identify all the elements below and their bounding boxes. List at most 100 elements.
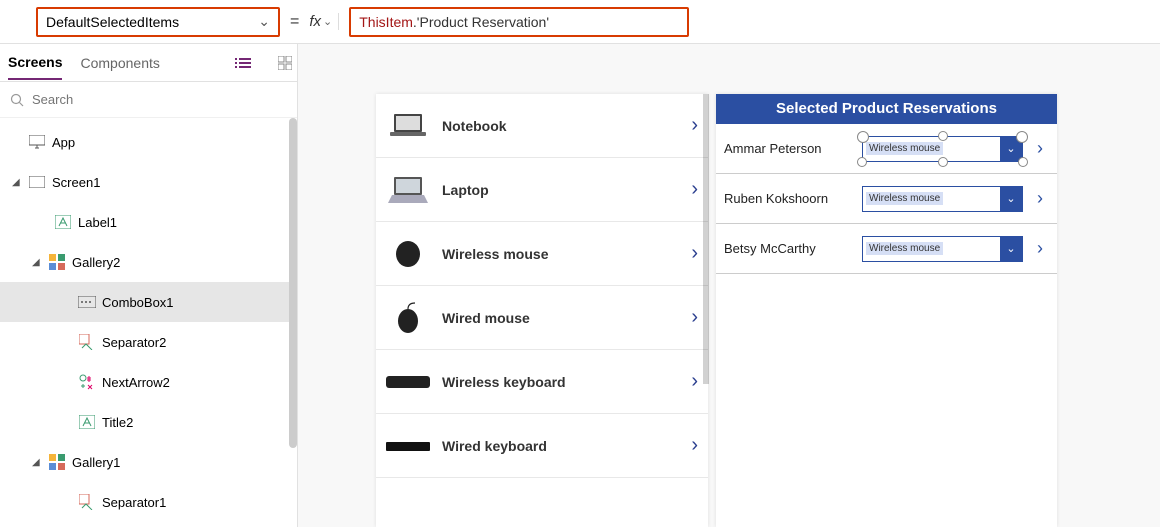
tree-item-gallery2[interactable]: ◢ Gallery2 <box>0 242 297 282</box>
tree-item-nextarrow2[interactable]: NextArrow2 <box>0 362 297 402</box>
product-thumb-wireless-keyboard <box>386 362 430 402</box>
product-label: Wired keyboard <box>442 438 679 454</box>
chevron-right-icon[interactable]: › <box>691 434 698 457</box>
caret-down-icon: ◢ <box>32 457 42 468</box>
formula-input[interactable]: ThisItem.'Product Reservation' <box>349 7 689 37</box>
tree-item-combobox1[interactable]: ComboBox1 <box>0 282 297 322</box>
chevron-right-icon[interactable]: › <box>691 178 698 201</box>
search-input[interactable] <box>32 92 287 107</box>
reservations-header: Selected Product Reservations <box>716 94 1057 124</box>
gallery-icon <box>48 253 66 271</box>
product-label: Laptop <box>442 182 679 198</box>
tree-label: ComboBox1 <box>102 295 174 310</box>
reservations-gallery[interactable]: Selected Product Reservations Ammar Pete… <box>716 94 1057 527</box>
list-item[interactable]: Betsy McCarthy Wireless mouse ⌄ › <box>716 224 1057 274</box>
tab-components[interactable]: Components <box>80 47 159 79</box>
list-view-icon[interactable] <box>231 51 255 75</box>
tree-label: Label1 <box>78 215 117 230</box>
tree-item-separator2[interactable]: Separator2 <box>0 322 297 362</box>
product-thumb-wired-keyboard <box>386 426 430 466</box>
tree-label: Screen1 <box>52 175 100 190</box>
tree-label: Title2 <box>102 415 133 430</box>
person-name: Ammar Peterson <box>724 141 854 156</box>
product-label: Wireless keyboard <box>442 374 679 390</box>
list-item[interactable]: Ruben Kokshoorn Wireless mouse ⌄ › <box>716 174 1057 224</box>
combobox-chip: Wireless mouse <box>866 192 943 205</box>
chevron-down-icon[interactable]: ⌄ <box>1000 187 1022 211</box>
tree-label: Separator1 <box>102 495 166 510</box>
search-icon <box>10 93 24 107</box>
canvas: Notebook › Laptop › Wireless mouse › <box>298 44 1160 527</box>
list-item[interactable]: Wired mouse › <box>376 286 708 350</box>
label-icon <box>54 213 72 231</box>
formula-token-property: .'Product Reservation' <box>413 14 549 30</box>
chevron-down-icon: ⌄ <box>258 13 270 30</box>
tree-scrollbar[interactable] <box>289 118 297 448</box>
product-label: Wired mouse <box>442 310 679 326</box>
fx-label[interactable]: fx ⌄ <box>309 13 339 30</box>
product-gallery[interactable]: Notebook › Laptop › Wireless mouse › <box>376 94 708 527</box>
label-icon <box>78 413 96 431</box>
product-thumb-wired-mouse <box>386 298 430 338</box>
tree-label: Gallery1 <box>72 455 120 470</box>
chevron-right-icon[interactable]: › <box>691 114 698 137</box>
chevron-down-icon[interactable]: ⌄ <box>1000 137 1022 161</box>
chevron-right-icon[interactable]: › <box>1031 238 1049 259</box>
list-item[interactable]: Laptop › <box>376 158 708 222</box>
separator-icon <box>78 333 96 351</box>
tab-screens[interactable]: Screens <box>8 46 62 80</box>
combobox-icon <box>78 293 96 311</box>
combobox[interactable]: Wireless mouse ⌄ <box>862 236 1023 262</box>
chevron-right-icon[interactable]: › <box>1031 188 1049 209</box>
chevron-right-icon[interactable]: › <box>1031 138 1049 159</box>
combobox[interactable]: Wireless mouse ⌄ <box>862 136 1023 162</box>
combobox-chip: Wireless mouse <box>866 142 943 155</box>
combobox-chip: Wireless mouse <box>866 242 943 255</box>
tree-item-separator1[interactable]: Separator1 <box>0 482 297 522</box>
chevron-down-icon[interactable]: ⌄ <box>1000 237 1022 261</box>
property-dropdown-value: DefaultSelectedItems <box>46 14 179 30</box>
fx-text: fx <box>309 13 321 30</box>
product-thumb-laptop <box>386 170 430 210</box>
screen-icon <box>28 173 46 191</box>
panel-tabs: Screens Components <box>0 44 297 82</box>
tree-view-panel: Screens Components App <box>0 44 298 527</box>
gallery-icon <box>48 453 66 471</box>
grid-view-icon[interactable] <box>273 51 297 75</box>
chevron-right-icon[interactable]: › <box>691 370 698 393</box>
tree-item-screen1[interactable]: ◢ Screen1 <box>0 162 297 202</box>
caret-down-icon: ◢ <box>32 257 42 268</box>
chevron-right-icon[interactable]: › <box>691 242 698 265</box>
combobox[interactable]: Wireless mouse ⌄ <box>862 186 1023 212</box>
product-thumb-notebook <box>386 106 430 146</box>
product-label: Wireless mouse <box>442 246 679 262</box>
tree-view: App ◢ Screen1 Label1 ◢ Galle <box>0 118 297 527</box>
chevron-down-icon: ⌄ <box>323 15 332 28</box>
tree-item-app[interactable]: App <box>0 122 297 162</box>
person-name: Ruben Kokshoorn <box>724 191 854 206</box>
app-icon <box>28 133 46 151</box>
product-label: Notebook <box>442 118 679 134</box>
tree-label: App <box>52 135 75 150</box>
tree-label: NextArrow2 <box>102 375 170 390</box>
person-name: Betsy McCarthy <box>724 241 854 256</box>
product-thumb-wireless-mouse <box>386 234 430 274</box>
tree-label: Gallery2 <box>72 255 120 270</box>
tree-item-label1[interactable]: Label1 <box>0 202 297 242</box>
separator-icon <box>78 493 96 511</box>
tree-label: Separator2 <box>102 335 166 350</box>
chevron-right-icon[interactable]: › <box>691 306 698 329</box>
caret-down-icon: ◢ <box>12 177 22 188</box>
list-item[interactable]: Ammar Peterson Wireless mouse ⌄ › <box>716 124 1057 174</box>
tree-item-gallery1[interactable]: ◢ Gallery1 <box>0 442 297 482</box>
list-item[interactable]: Wireless keyboard › <box>376 350 708 414</box>
list-item[interactable]: Wireless mouse › <box>376 222 708 286</box>
icon-group-icon <box>78 373 96 391</box>
equals-label: = <box>290 13 299 31</box>
tree-item-title2[interactable]: Title2 <box>0 402 297 442</box>
formula-bar: DefaultSelectedItems ⌄ = fx ⌄ ThisItem.'… <box>0 0 1160 44</box>
gallery-scrollbar[interactable] <box>703 94 709 384</box>
list-item[interactable]: Notebook › <box>376 94 708 158</box>
list-item[interactable]: Wired keyboard › <box>376 414 708 478</box>
property-dropdown[interactable]: DefaultSelectedItems ⌄ <box>36 7 280 37</box>
